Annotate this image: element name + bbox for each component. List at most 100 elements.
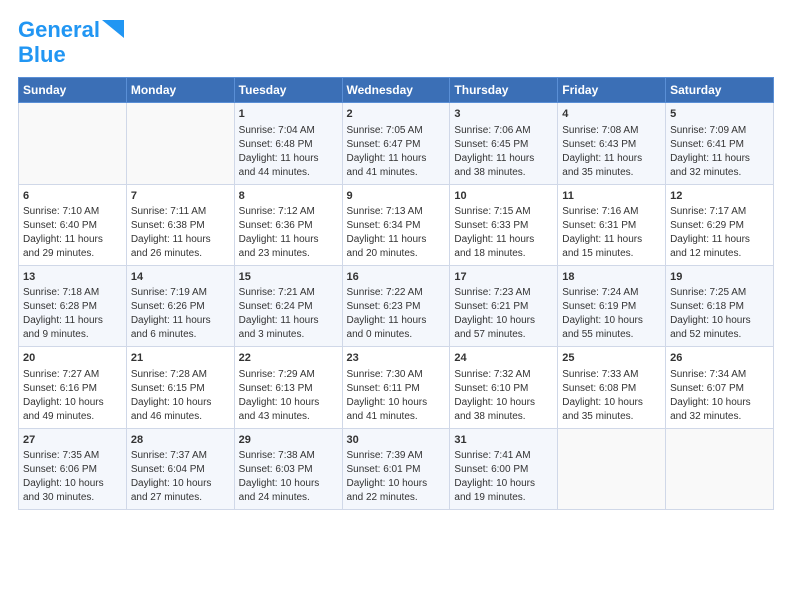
day-info: Sunrise: 7:41 AM [454,449,553,463]
weekday-header-saturday: Saturday [666,78,774,103]
calendar-cell: 17Sunrise: 7:23 AMSunset: 6:21 PMDayligh… [450,265,558,346]
calendar-cell [19,103,127,184]
weekday-header-monday: Monday [126,78,234,103]
day-info: Sunset: 6:33 PM [454,219,553,233]
day-number: 28 [131,433,230,448]
day-info: Sunset: 6:08 PM [562,382,661,396]
calendar-cell: 11Sunrise: 7:16 AMSunset: 6:31 PMDayligh… [558,184,666,265]
calendar-cell: 9Sunrise: 7:13 AMSunset: 6:34 PMDaylight… [342,184,450,265]
day-info: Sunrise: 7:17 AM [670,205,769,219]
calendar-cell: 24Sunrise: 7:32 AMSunset: 6:10 PMDayligh… [450,347,558,428]
calendar-week-5: 27Sunrise: 7:35 AMSunset: 6:06 PM Dayligh… [19,428,774,509]
day-info: Daylight: 10 hours and 57 minutes. [454,314,553,342]
calendar-body: 1Sunrise: 7:04 AMSunset: 6:48 PMDaylight… [19,103,774,510]
day-info: Sunset: 6:21 PM [454,300,553,314]
day-info: Daylight: 11 hours and 0 minutes. [347,314,446,342]
day-number: 23 [347,351,446,366]
day-number: 31 [454,433,553,448]
day-number: 24 [454,351,553,366]
calendar-cell: 4Sunrise: 7:08 AMSunset: 6:43 PMDaylight… [558,103,666,184]
day-info: Sunset: 6:45 PM [454,138,553,152]
day-info: Daylight: 11 hours and 9 minutes. [23,314,122,342]
day-info: Sunset: 6:38 PM [131,219,230,233]
calendar-cell: 27Sunrise: 7:35 AMSunset: 6:06 PMDayligh… [19,428,127,509]
day-info: Sunrise: 7:06 AM [454,124,553,138]
calendar-cell: 31Sunrise: 7:41 AMSunset: 6:00 PMDayligh… [450,428,558,509]
day-info: Daylight: 10 hours and 19 minutes. [454,477,553,505]
day-info: Sunrise: 7:35 AM [23,449,122,463]
day-info: Sunrise: 7:15 AM [454,205,553,219]
calendar-cell: 20Sunrise: 7:27 AMSunset: 6:16 PMDayligh… [19,347,127,428]
day-number: 27 [23,433,122,448]
calendar-cell: 28Sunrise: 7:37 AMSunset: 6:04 PMDayligh… [126,428,234,509]
day-info: Sunset: 6:43 PM [562,138,661,152]
calendar-header: SundayMondayTuesdayWednesdayThursdayFrid… [19,78,774,103]
day-info: Sunset: 6:26 PM [131,300,230,314]
day-number: 11 [562,189,661,204]
weekday-header-sunday: Sunday [19,78,127,103]
calendar-week-2: 6Sunrise: 7:10 AMSunset: 6:40 PMDaylight… [19,184,774,265]
day-info: Daylight: 11 hours and 44 minutes. [239,152,338,180]
day-info: Sunset: 6:01 PM [347,463,446,477]
day-number: 18 [562,270,661,285]
day-info: Daylight: 11 hours and 26 minutes. [131,233,230,261]
day-info: Sunrise: 7:04 AM [239,124,338,138]
day-number: 21 [131,351,230,366]
day-info: Sunrise: 7:18 AM [23,286,122,300]
day-info: Daylight: 10 hours and 38 minutes. [454,396,553,424]
day-info: Sunset: 6:19 PM [562,300,661,314]
calendar-cell: 16Sunrise: 7:22 AMSunset: 6:23 PMDayligh… [342,265,450,346]
day-info: Daylight: 10 hours and 27 minutes. [131,477,230,505]
day-number: 15 [239,270,338,285]
day-info: Daylight: 11 hours and 23 minutes. [239,233,338,261]
calendar-week-4: 20Sunrise: 7:27 AMSunset: 6:16 PMDayligh… [19,347,774,428]
calendar-cell: 12Sunrise: 7:17 AMSunset: 6:29 PMDayligh… [666,184,774,265]
day-info: Sunset: 6:07 PM [670,382,769,396]
weekday-row: SundayMondayTuesdayWednesdayThursdayFrid… [19,78,774,103]
day-number: 22 [239,351,338,366]
day-info: Sunrise: 7:13 AM [347,205,446,219]
day-info: Daylight: 11 hours and 15 minutes. [562,233,661,261]
day-info: Sunrise: 7:39 AM [347,449,446,463]
calendar-week-3: 13Sunrise: 7:18 AMSunset: 6:28 PMDayligh… [19,265,774,346]
day-number: 5 [670,107,769,122]
day-info: Daylight: 11 hours and 18 minutes. [454,233,553,261]
calendar-cell: 25Sunrise: 7:33 AMSunset: 6:08 PMDayligh… [558,347,666,428]
day-info: Daylight: 11 hours and 29 minutes. [23,233,122,261]
day-info: Sunset: 6:04 PM [131,463,230,477]
calendar-cell [558,428,666,509]
day-info: Sunset: 6:06 PM [23,463,122,477]
calendar-cell [666,428,774,509]
day-info: Daylight: 10 hours and 41 minutes. [347,396,446,424]
day-info: Sunset: 6:00 PM [454,463,553,477]
day-info: Sunset: 6:23 PM [347,300,446,314]
calendar-cell: 15Sunrise: 7:21 AMSunset: 6:24 PMDayligh… [234,265,342,346]
day-info: Sunrise: 7:16 AM [562,205,661,219]
calendar-cell: 5Sunrise: 7:09 AMSunset: 6:41 PMDaylight… [666,103,774,184]
day-number: 19 [670,270,769,285]
day-info: Sunrise: 7:22 AM [347,286,446,300]
day-info: Sunrise: 7:05 AM [347,124,446,138]
day-number: 6 [23,189,122,204]
day-info: Sunrise: 7:28 AM [131,368,230,382]
day-info: Daylight: 10 hours and 46 minutes. [131,396,230,424]
calendar-cell: 14Sunrise: 7:19 AMSunset: 6:26 PMDayligh… [126,265,234,346]
day-info: Sunset: 6:18 PM [670,300,769,314]
weekday-header-wednesday: Wednesday [342,78,450,103]
day-info: Sunrise: 7:23 AM [454,286,553,300]
calendar-cell: 1Sunrise: 7:04 AMSunset: 6:48 PMDaylight… [234,103,342,184]
calendar-cell: 22Sunrise: 7:29 AMSunset: 6:13 PMDayligh… [234,347,342,428]
day-info: Daylight: 10 hours and 55 minutes. [562,314,661,342]
day-number: 17 [454,270,553,285]
day-number: 16 [347,270,446,285]
calendar-cell: 8Sunrise: 7:12 AMSunset: 6:36 PMDaylight… [234,184,342,265]
day-number: 3 [454,107,553,122]
day-number: 20 [23,351,122,366]
logo-blue-text: Blue [18,43,66,67]
day-info: Daylight: 11 hours and 20 minutes. [347,233,446,261]
day-info: Sunrise: 7:27 AM [23,368,122,382]
day-info: Sunset: 6:40 PM [23,219,122,233]
day-info: Daylight: 10 hours and 49 minutes. [23,396,122,424]
day-info: Sunset: 6:15 PM [131,382,230,396]
day-info: Sunset: 6:28 PM [23,300,122,314]
